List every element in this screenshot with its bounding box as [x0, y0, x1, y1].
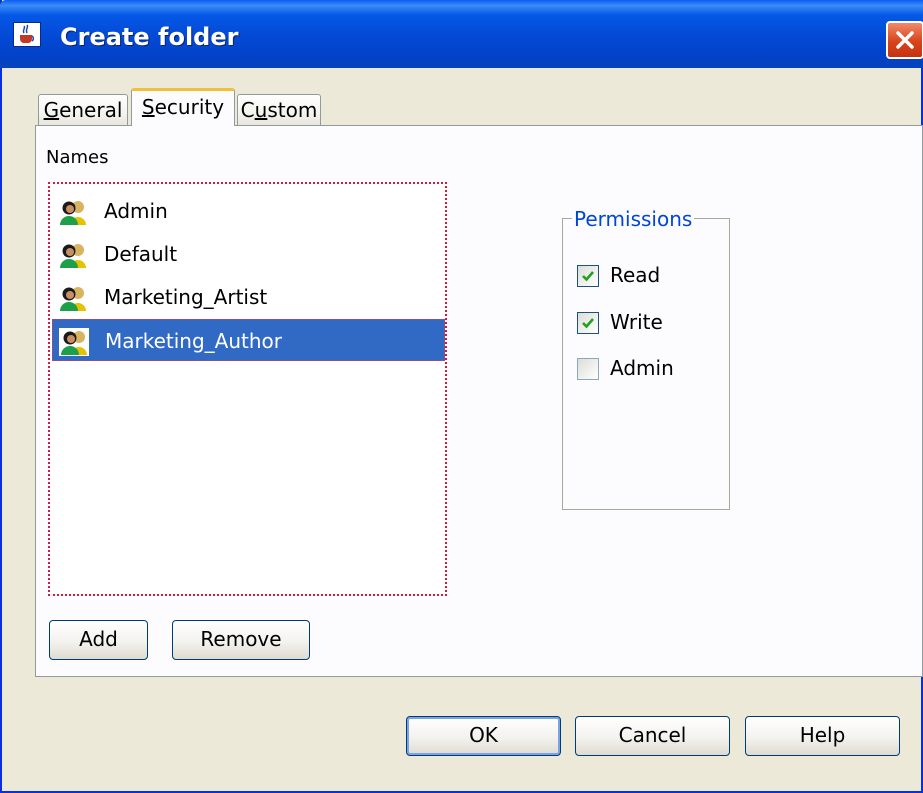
tab-security[interactable]: Security: [131, 88, 235, 126]
checkmark-icon: [582, 271, 594, 282]
user-group-icon: [59, 328, 89, 356]
names-label: Names: [46, 147, 109, 168]
create-folder-dialog: Create folder General Security Custom Na…: [0, 0, 923, 793]
window-title: Create folder: [60, 23, 239, 51]
list-item-label: Admin: [104, 199, 168, 223]
checkmark-icon: [582, 318, 594, 329]
list-item-default[interactable]: Default: [52, 233, 445, 275]
user-group-icon: [60, 201, 86, 225]
list-item-admin[interactable]: Admin: [52, 190, 445, 232]
java-cup-icon: [13, 22, 41, 47]
write-label: Write: [610, 310, 663, 334]
tab-custom[interactable]: Custom: [237, 94, 321, 126]
user-group-icon: [60, 287, 86, 311]
tab-mnemonic: G: [43, 98, 60, 122]
permissions-legend: Permissions: [572, 207, 695, 231]
list-item-marketing-author[interactable]: Marketing_Author: [52, 319, 445, 361]
tab-mnemonic: u: [254, 98, 268, 122]
title-bar[interactable]: Create folder: [0, 0, 923, 68]
cancel-button[interactable]: Cancel: [575, 716, 730, 756]
tab-general-label: eneral: [59, 98, 123, 122]
help-button[interactable]: Help: [745, 716, 900, 756]
names-list[interactable]: Admin Default Marketing_Artist Marketing…: [48, 182, 447, 596]
tab-custom-label: stom: [267, 98, 318, 122]
tab-security-label: ecurity: [154, 95, 225, 119]
write-checkbox[interactable]: [577, 312, 599, 334]
list-item-label: Default: [104, 242, 178, 266]
tab-prefix: C: [240, 98, 255, 122]
list-item-marketing-artist[interactable]: Marketing_Artist: [52, 276, 445, 318]
read-label: Read: [610, 263, 661, 287]
admin-checkbox[interactable]: [577, 358, 599, 380]
admin-label: Admin: [610, 356, 674, 380]
list-item-label: Marketing_Author: [105, 329, 283, 353]
user-group-icon: [60, 244, 86, 268]
close-button[interactable]: [886, 21, 923, 59]
close-icon: [896, 31, 914, 49]
read-checkbox[interactable]: [577, 265, 599, 287]
tab-mnemonic: S: [141, 95, 155, 119]
ok-button[interactable]: OK: [406, 716, 561, 756]
remove-button[interactable]: Remove: [172, 620, 310, 660]
list-item-label: Marketing_Artist: [104, 285, 268, 309]
tab-general[interactable]: General: [38, 94, 128, 126]
add-button[interactable]: Add: [49, 620, 148, 660]
